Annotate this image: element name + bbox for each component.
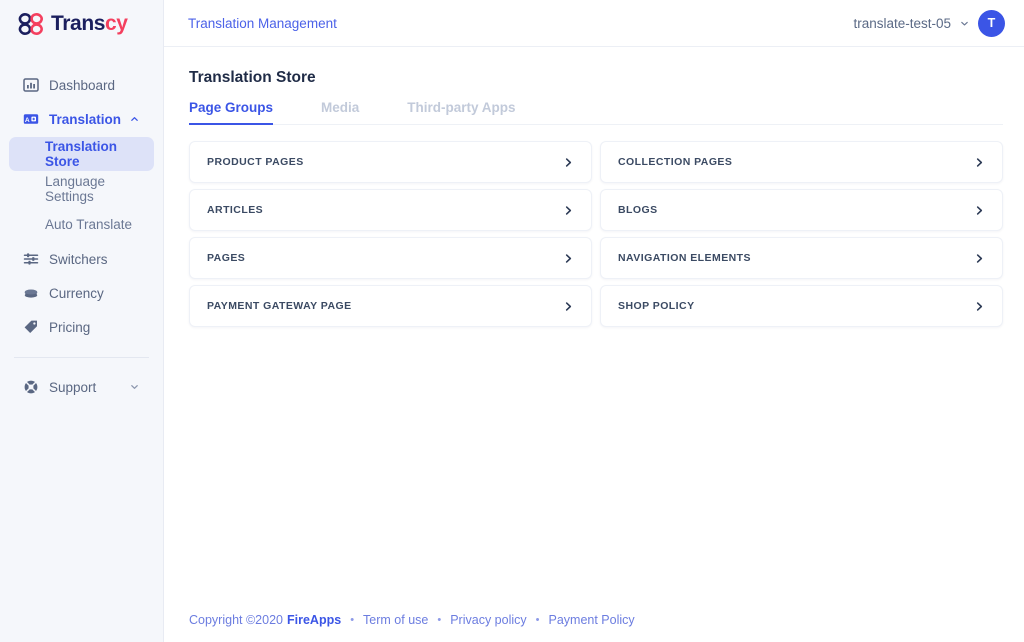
coin-stack-icon: [22, 285, 39, 302]
tag-icon: [22, 319, 39, 336]
page-group-card-shop-policy[interactable]: SHOP POLICY: [600, 285, 1003, 327]
footer-link-privacy-policy[interactable]: Privacy policy: [450, 613, 526, 627]
brand-name-part1: Trans: [51, 12, 106, 35]
sidebar-item-translation-store[interactable]: Translation Store: [9, 137, 154, 171]
footer: Copyright ©2020 FireApps • Term of use •…: [164, 613, 1024, 642]
page-group-card-blogs[interactable]: BLOGS: [600, 189, 1003, 231]
sidebar-item-support[interactable]: Support: [0, 370, 163, 404]
sliders-icon: [22, 251, 39, 268]
tab-media[interactable]: Media: [321, 100, 385, 124]
tab-page-groups[interactable]: Page Groups: [189, 100, 299, 125]
card-label: PAYMENT GATEWAY PAGE: [207, 300, 352, 312]
app-root: Transcy Dashboard A Translation Translat…: [0, 0, 1024, 642]
content: Translation Store Page Groups Media Thir…: [164, 47, 1024, 327]
translate-icon: A: [22, 111, 39, 128]
account-menu[interactable]: translate-test-05 T: [853, 9, 1005, 37]
chevron-right-icon: [563, 253, 574, 264]
page-group-card-navigation-elements[interactable]: NAVIGATION ELEMENTS: [600, 237, 1003, 279]
sidebar-item-label: Currency: [49, 285, 104, 301]
sidebar-item-label: Dashboard: [49, 77, 116, 93]
sidebar-nav: Dashboard A Translation Translation Stor…: [0, 47, 163, 404]
footer-link-term-of-use[interactable]: Term of use: [363, 613, 428, 627]
card-label: NAVIGATION ELEMENTS: [618, 252, 751, 264]
sidebar-subitem-label: Language Settings: [45, 174, 106, 204]
chart-bar-icon: [22, 77, 39, 94]
chevron-right-icon: [974, 157, 985, 168]
tab-bar: Page Groups Media Third-party Apps: [189, 100, 1003, 125]
sidebar-item-label: Pricing: [49, 319, 91, 335]
footer-separator: •: [437, 614, 442, 626]
breadcrumb[interactable]: Translation Management: [188, 16, 337, 31]
account-name: translate-test-05: [853, 15, 951, 31]
page-group-card-payment-gateway-page[interactable]: PAYMENT GATEWAY PAGE: [189, 285, 592, 327]
chevron-right-icon: [563, 157, 574, 168]
card-label: PAGES: [207, 252, 246, 264]
sidebar-item-pricing[interactable]: Pricing: [0, 310, 163, 344]
card-label: PRODUCT PAGES: [207, 156, 304, 168]
chevron-right-icon: [563, 301, 574, 312]
page-group-card-articles[interactable]: ARTICLES: [189, 189, 592, 231]
sidebar-subitem-label: Translation Store: [45, 139, 118, 169]
sidebar: Transcy Dashboard A Translation Translat…: [0, 0, 164, 642]
sidebar-item-label: Switchers: [49, 251, 108, 267]
chevron-right-icon: [974, 253, 985, 264]
page-group-card-collection-pages[interactable]: COLLECTION PAGES: [600, 141, 1003, 183]
chevron-right-icon: [974, 301, 985, 312]
svg-text:A: A: [24, 117, 29, 124]
card-label: SHOP POLICY: [618, 300, 695, 312]
card-label: ARTICLES: [207, 204, 264, 216]
sidebar-subitem-label: Auto Translate: [45, 216, 133, 232]
chevron-down-icon[interactable]: [130, 383, 139, 392]
card-label: COLLECTION PAGES: [618, 156, 733, 168]
sidebar-item-auto-translate[interactable]: Auto Translate: [9, 207, 154, 241]
main-area: Translation Management translate-test-05…: [164, 0, 1024, 642]
sidebar-item-label: Translation: [49, 111, 122, 127]
footer-link-payment-policy[interactable]: Payment Policy: [549, 613, 635, 627]
page-group-grid: PRODUCT PAGES COLLECTION PAGES ARTICLES …: [189, 141, 1003, 327]
footer-copyright: Copyright ©2020: [189, 613, 283, 627]
life-buoy-icon: [22, 379, 39, 396]
chevron-up-icon[interactable]: [130, 115, 139, 124]
avatar[interactable]: T: [978, 9, 1005, 37]
sidebar-item-language-settings[interactable]: Language Settings: [9, 172, 154, 206]
chevron-down-icon: [960, 19, 969, 28]
brand-logo[interactable]: Transcy: [0, 0, 163, 47]
page-group-card-product-pages[interactable]: PRODUCT PAGES: [189, 141, 592, 183]
card-label: BLOGS: [618, 204, 658, 216]
topbar: Translation Management translate-test-05…: [164, 0, 1024, 47]
page-group-card-pages[interactable]: PAGES: [189, 237, 592, 279]
brand-name-part2: cy: [105, 12, 128, 35]
transcy-knot-logo-icon: [18, 12, 44, 36]
footer-separator: •: [535, 614, 540, 626]
sidebar-item-translation[interactable]: A Translation: [0, 102, 163, 136]
tab-third-party-apps[interactable]: Third-party Apps: [407, 100, 541, 124]
sidebar-item-dashboard[interactable]: Dashboard: [0, 68, 163, 102]
footer-brand[interactable]: FireApps: [287, 613, 341, 627]
chevron-right-icon: [974, 205, 985, 216]
sidebar-item-currency[interactable]: Currency: [0, 276, 163, 310]
footer-separator: •: [350, 614, 355, 626]
brand-name: Transcy: [51, 13, 128, 34]
sidebar-item-label: Support: [49, 379, 97, 395]
sidebar-item-switchers[interactable]: Switchers: [0, 242, 163, 276]
page-title: Translation Store: [189, 69, 316, 86]
sidebar-divider: [14, 357, 149, 358]
chevron-right-icon: [563, 205, 574, 216]
